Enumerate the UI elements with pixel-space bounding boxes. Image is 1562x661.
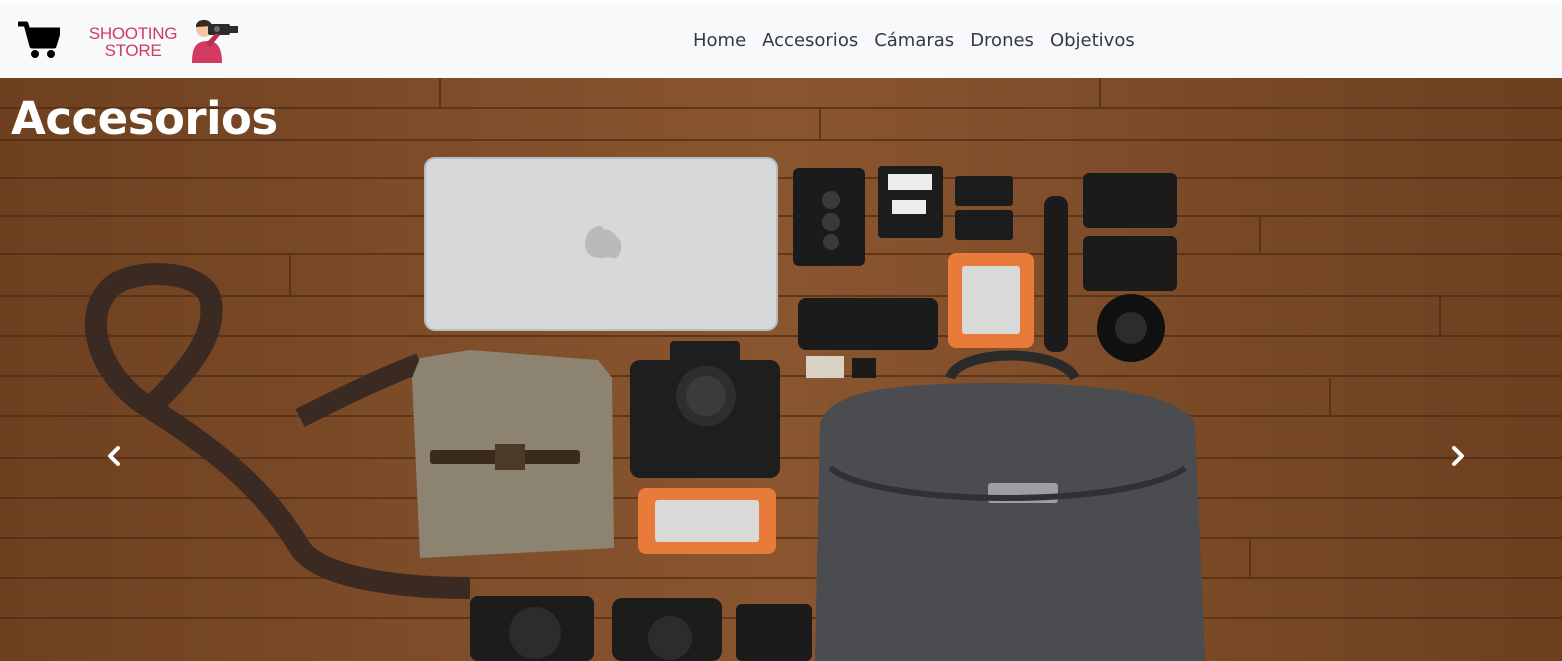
hero-carousel: Accesorios	[0, 78, 1562, 661]
brand-line-1: SHOOTING	[88, 24, 178, 43]
shopping-cart-icon[interactable]	[16, 21, 62, 59]
main-nav: Home Accesorios Cámaras Drones Objetivos	[685, 25, 1143, 55]
nav-accesorios[interactable]: Accesorios	[754, 30, 866, 51]
nav-camaras[interactable]: Cámaras	[866, 30, 962, 51]
navbar: SHOOTING STORE Home Accesorios Cámaras D…	[0, 3, 1562, 78]
photographer-icon	[184, 17, 242, 65]
nav-drones[interactable]: Drones	[962, 30, 1042, 51]
hero-image	[0, 78, 1562, 661]
chevron-left-icon[interactable]	[100, 442, 128, 470]
nav-objetivos[interactable]: Objetivos	[1042, 30, 1143, 51]
nav-home[interactable]: Home	[685, 30, 754, 51]
chevron-right-icon[interactable]	[1444, 442, 1472, 470]
hero-title: Accesorios	[11, 92, 278, 145]
brand-logo[interactable]: SHOOTING STORE	[80, 17, 240, 65]
brand-line-2: STORE	[104, 41, 162, 60]
brand-name: SHOOTING STORE	[82, 25, 184, 59]
